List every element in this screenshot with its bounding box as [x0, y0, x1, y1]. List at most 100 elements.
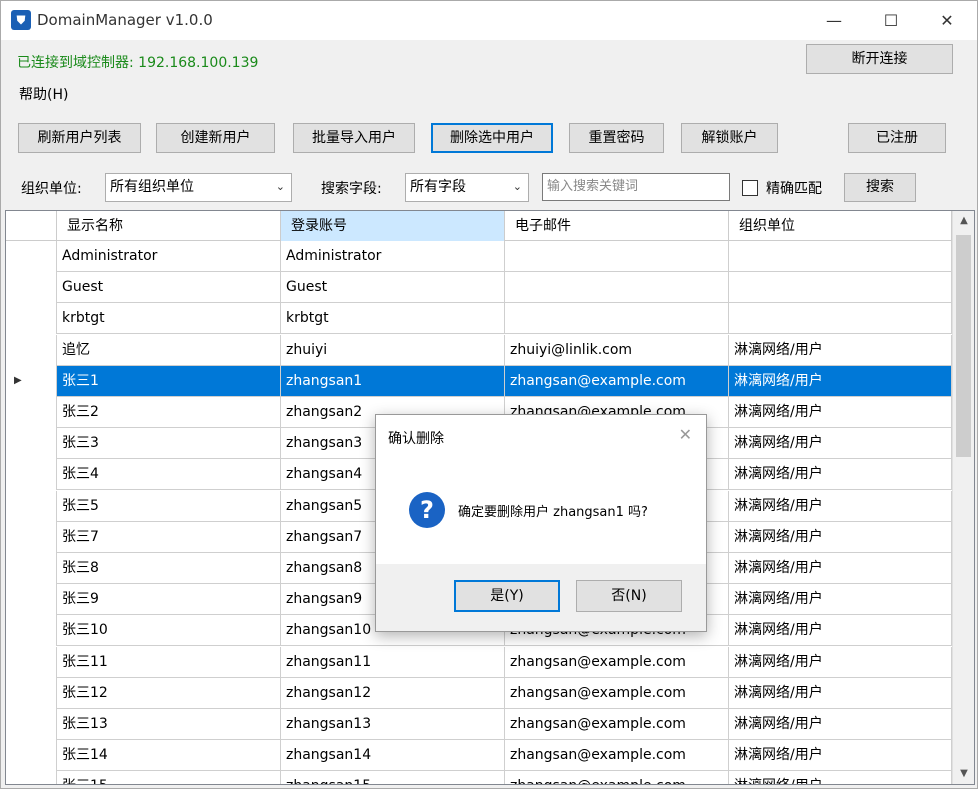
table-row[interactable]: 张三15zhangsan15zhangsan@example.com淋漓网络/用… — [6, 771, 952, 784]
col-display-name-cell[interactable]: Administrator — [57, 241, 281, 272]
col-display-name-cell[interactable]: 张三10 — [57, 615, 281, 647]
import-users-button[interactable]: 批量导入用户 — [293, 123, 415, 153]
col-ou-cell[interactable]: 淋漓网络/用户 — [729, 397, 952, 428]
col-login-cell[interactable]: zhuiyi — [281, 334, 505, 366]
col-ou-cell[interactable]: 淋漓网络/用户 — [729, 584, 952, 616]
create-user-button[interactable]: 创建新用户 — [156, 123, 275, 153]
registered-button[interactable]: 已注册 — [848, 123, 946, 153]
col-ou-cell[interactable]: 淋漓网络/用户 — [729, 677, 952, 709]
col-display-name-cell[interactable]: 张三8 — [57, 553, 281, 584]
row-header[interactable] — [6, 553, 57, 584]
col-display-name-cell[interactable]: 张三7 — [57, 521, 281, 553]
col-ou-cell[interactable]: 淋漓网络/用户 — [729, 771, 952, 784]
col-email-cell[interactable]: zhangsan@example.com — [505, 740, 729, 772]
table-row[interactable]: Administrator Administrator — [6, 241, 952, 272]
row-header[interactable] — [6, 677, 57, 709]
row-header[interactable] — [6, 615, 57, 647]
col-display-name-cell[interactable]: 追忆 — [57, 334, 281, 366]
table-row[interactable]: 张三11 zhangsan11 zhangsan@example.com 淋漓网络/用… — [6, 646, 952, 678]
row-header[interactable] — [6, 771, 57, 784]
col-login-cell[interactable]: zhangsan11 — [281, 646, 505, 678]
col-ou-cell[interactable]: 淋漓网络/用户 — [729, 615, 952, 647]
header-col-ou[interactable]: 组织单位 — [729, 211, 952, 241]
col-display-name-cell[interactable]: 张三1 — [57, 365, 281, 397]
ou-select[interactable]: 所有组织单位 ⌄ — [105, 173, 292, 202]
col-login-cell[interactable]: zhangsan12 — [281, 677, 505, 709]
col-login-cell[interactable]: Administrator — [281, 241, 505, 272]
col-email-cell[interactable]: zhangsan@example.com — [505, 646, 729, 678]
search-button[interactable]: 搜索 — [844, 173, 916, 202]
col-display-name-cell[interactable]: krbtgt — [57, 303, 281, 335]
vertical-scrollbar[interactable]: ▲ ▼ — [952, 211, 974, 784]
col-display-name-cell[interactable]: 张三14 — [57, 740, 281, 772]
table-row[interactable]: ▶ 张三1 zhangsan1 zhangsan@example.com 淋漓网络/用户 — [6, 365, 952, 397]
col-ou-cell[interactable]: 淋漓网络/用户 — [729, 646, 952, 678]
col-ou-cell[interactable]: 淋漓网络/用户 — [729, 490, 952, 522]
col-ou-cell[interactable]: 淋漓网络/用户 — [729, 334, 952, 366]
table-row[interactable]: krbtgt krbtgt — [6, 303, 952, 335]
col-display-name-cell[interactable]: 张三12 — [57, 677, 281, 709]
row-header[interactable] — [6, 428, 57, 460]
refresh-users-button[interactable]: 刷新用户列表 — [18, 123, 141, 153]
col-login-cell[interactable]: zhangsan15 — [281, 771, 505, 784]
table-row[interactable]: 张三13 zhangsan13 zhangsan@example.com 淋漓网络/用… — [6, 709, 952, 740]
table-row[interactable]: 张三12 zhangsan12 zhangsan@example.com 淋漓网络/用… — [6, 677, 952, 709]
col-ou-cell[interactable]: 淋漓网络/用户 — [729, 521, 952, 553]
col-email-cell[interactable]: zhangsan@example.com — [505, 771, 729, 784]
row-header[interactable] — [6, 709, 57, 740]
col-display-name-cell[interactable]: 张三15 — [57, 771, 281, 784]
row-header[interactable] — [6, 584, 57, 616]
scroll-up-icon[interactable]: ▲ — [953, 211, 974, 231]
table-row[interactable]: 追忆 zhuiyi zhuiyi@linlik.com 淋漓网络/用户 — [6, 334, 952, 366]
col-email-cell[interactable] — [505, 241, 729, 272]
reset-password-button[interactable]: 重置密码 — [569, 123, 664, 153]
minimize-button[interactable]: — — [808, 1, 860, 40]
row-header[interactable] — [6, 334, 57, 366]
table-row[interactable]: 张三14 zhangsan14 zhangsan@example.com 淋漓网络/用… — [6, 740, 952, 772]
col-ou-cell[interactable] — [729, 272, 952, 304]
col-email-cell[interactable]: zhangsan@example.com — [505, 709, 729, 740]
row-header[interactable] — [6, 521, 57, 553]
no-button[interactable]: 否(N) — [576, 580, 682, 612]
col-display-name-cell[interactable]: 张三13 — [57, 709, 281, 740]
maximize-button[interactable]: ☐ — [865, 1, 917, 40]
yes-button[interactable]: 是(Y) — [454, 580, 560, 612]
header-col-email[interactable]: 电子邮件 — [505, 211, 729, 241]
col-display-name-cell[interactable]: 张三11 — [57, 646, 281, 678]
search-input[interactable]: 输入搜索关键词 — [542, 173, 730, 201]
col-display-name-cell[interactable]: Guest — [57, 272, 281, 304]
exact-match-checkbox[interactable] — [742, 180, 758, 196]
dialog-close-icon[interactable]: ✕ — [679, 425, 692, 444]
col-ou-cell[interactable]: 淋漓网络/用户 — [729, 553, 952, 584]
col-display-name-cell[interactable]: 张三5 — [57, 490, 281, 522]
col-email-cell[interactable] — [505, 272, 729, 304]
col-login-cell[interactable]: zhangsan13 — [281, 709, 505, 740]
col-display-name-cell[interactable]: 张三9 — [57, 584, 281, 616]
col-ou-cell[interactable]: 淋漓网络/用户 — [729, 459, 952, 491]
row-header[interactable] — [6, 272, 57, 304]
col-ou-cell[interactable] — [729, 303, 952, 335]
row-header[interactable]: ▶ — [6, 365, 57, 397]
search-field-select[interactable]: 所有字段 ⌄ — [405, 173, 529, 202]
row-header[interactable] — [6, 646, 57, 678]
header-col-login[interactable]: 登录账号 — [281, 211, 505, 241]
col-ou-cell[interactable]: 淋漓网络/用户 — [729, 428, 952, 460]
unlock-account-button[interactable]: 解锁账户 — [681, 123, 778, 153]
col-display-name-cell[interactable]: 张三4 — [57, 459, 281, 491]
col-email-cell[interactable]: zhangsan@example.com — [505, 677, 729, 709]
table-row[interactable]: Guest Guest — [6, 272, 952, 304]
scroll-down-icon[interactable]: ▼ — [953, 764, 974, 784]
menu-help[interactable]: 帮助(H) — [19, 84, 68, 104]
col-login-cell[interactable]: zhangsan14 — [281, 740, 505, 772]
col-email-cell[interactable]: zhangsan@example.com — [505, 365, 729, 397]
col-ou-cell[interactable] — [729, 241, 952, 272]
scroll-thumb[interactable] — [956, 235, 971, 457]
row-header[interactable] — [6, 490, 57, 522]
col-login-cell[interactable]: krbtgt — [281, 303, 505, 335]
disconnect-button[interactable]: 断开连接 — [806, 44, 953, 74]
row-header[interactable] — [6, 397, 57, 428]
close-button[interactable]: ✕ — [921, 1, 973, 40]
col-email-cell[interactable] — [505, 303, 729, 335]
row-header[interactable] — [6, 459, 57, 491]
col-ou-cell[interactable]: 淋漓网络/用户 — [729, 365, 952, 397]
